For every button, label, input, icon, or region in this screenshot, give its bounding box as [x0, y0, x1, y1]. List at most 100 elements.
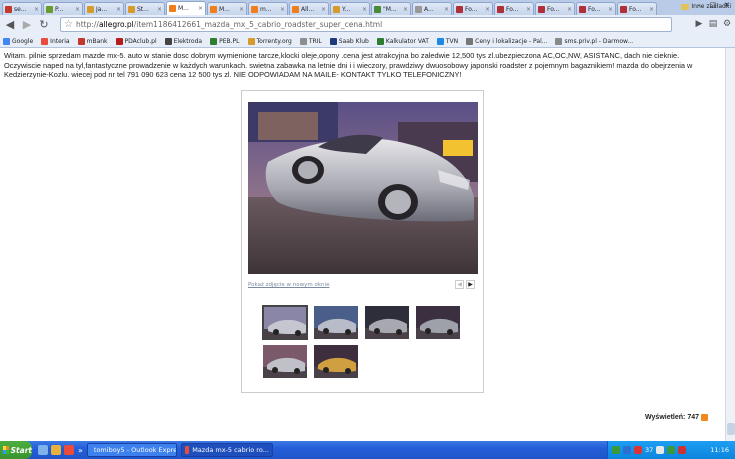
tab-close-icon[interactable]: × [649, 6, 654, 13]
vertical-scrollbar[interactable] [725, 48, 735, 441]
tray-icon-5[interactable] [667, 446, 676, 454]
tab-favicon-icon [333, 5, 340, 13]
tray-icon-3[interactable] [634, 446, 642, 454]
bookmark-item[interactable]: Google [3, 37, 34, 45]
chrome-icon[interactable] [64, 445, 74, 455]
reload-icon[interactable]: ↻ [37, 18, 51, 32]
browser-tab[interactable]: All... × [289, 2, 329, 15]
browser-tab[interactable]: M... × [207, 2, 247, 15]
back-icon[interactable]: ◀ [3, 18, 17, 32]
tab-label: Fo... [506, 5, 519, 13]
tab-close-icon[interactable]: × [198, 5, 203, 12]
tab-close-icon[interactable]: × [403, 6, 408, 13]
bookmark-item[interactable]: Elektroda [164, 37, 202, 45]
browser-tab[interactable]: Fo... × [494, 2, 534, 15]
bookmark-item[interactable]: PEB.PL [210, 37, 240, 45]
browser-tab[interactable]: "M... × [371, 2, 411, 15]
firefox-icon[interactable] [51, 445, 61, 455]
bookmark-item[interactable]: Kalkulator VAT [376, 37, 429, 45]
tab-label: All... [301, 5, 315, 13]
tray-icon-1[interactable] [612, 446, 620, 454]
page-menu-icon[interactable]: ▤ [708, 18, 718, 30]
bookmark-item[interactable]: PDAclub.pl [115, 37, 157, 45]
tab-close-icon[interactable]: × [444, 6, 449, 13]
tab-label: A... [424, 5, 434, 13]
tab-label: se... [14, 5, 27, 13]
tab-label: m... [260, 5, 272, 13]
tab-favicon-icon [87, 5, 94, 13]
browser-tab[interactable]: P... × [43, 2, 83, 15]
taskbar-button[interactable]: tomiboy5 - Outlook Express [86, 443, 177, 457]
tab-close-icon[interactable]: × [239, 6, 244, 13]
address-bar[interactable]: ☆ http://allegro.pl/item1186412661_mazda… [60, 17, 672, 32]
browser-tab[interactable]: m... × [248, 2, 288, 15]
browser-tab[interactable]: M... × [166, 1, 206, 15]
browser-tab[interactable]: Fo... × [617, 2, 657, 15]
folder-icon [681, 3, 690, 10]
tab-favicon-icon [292, 5, 299, 13]
browser-tab[interactable]: Ja... × [84, 2, 124, 15]
tab-label: Fo... [547, 5, 560, 13]
bookmark-item[interactable]: Interia [41, 37, 70, 45]
open-photo-new-window-link[interactable]: Pokaż zdjęcie w nowym oknie [248, 282, 329, 288]
tab-close-icon[interactable]: × [34, 6, 39, 13]
tab-favicon-icon [497, 5, 504, 13]
bookmark-item[interactable]: TVN [436, 37, 458, 45]
tab-close-icon[interactable]: × [526, 6, 531, 13]
play-icon[interactable]: ▶ [694, 18, 704, 30]
taskbar-button[interactable]: Mazda mx-5 cabrio ro... [180, 443, 273, 457]
wrench-icon[interactable]: ⚙ [722, 18, 732, 30]
photo-thumbnail[interactable] [313, 344, 359, 379]
next-photo-button[interactable]: ▶ [466, 280, 475, 289]
browser-tab[interactable]: Fo... × [576, 2, 616, 15]
photo-nav: ◀ ▶ [455, 280, 475, 289]
forward-icon[interactable]: ▶ [20, 18, 34, 32]
bookmark-star-icon[interactable]: ☆ [64, 19, 73, 30]
desktop-icon[interactable] [38, 445, 48, 455]
scrollbar-thumb[interactable] [727, 423, 735, 435]
bookmark-item[interactable]: Saab Klub [329, 37, 369, 45]
tab-close-icon[interactable]: × [116, 6, 121, 13]
tab-close-icon[interactable]: × [75, 6, 80, 13]
browser-tab[interactable]: A... × [412, 2, 452, 15]
bookmark-label: Google [12, 37, 34, 45]
tab-close-icon[interactable]: × [608, 6, 613, 13]
photo-thumbnail[interactable] [415, 305, 461, 340]
photo-thumbnail[interactable] [313, 305, 359, 340]
browser-tab[interactable]: se... × [2, 2, 42, 15]
browser-tab[interactable]: Fo... × [453, 2, 493, 15]
bookmark-item[interactable]: Torrenty.org [247, 37, 292, 45]
bookmark-item[interactable]: sms.priv.pl - Darmow... [555, 37, 633, 45]
tab-close-icon[interactable]: × [362, 6, 367, 13]
tab-close-icon[interactable]: × [485, 6, 490, 13]
tab-close-icon[interactable]: × [321, 6, 326, 13]
tab-favicon-icon [415, 5, 422, 13]
bookmark-item[interactable]: mBank [77, 37, 108, 45]
photo-thumbnail[interactable] [262, 305, 308, 340]
browser-tab[interactable]: Y... × [330, 2, 370, 15]
main-photo[interactable] [248, 102, 478, 274]
tab-favicon-icon [251, 5, 258, 13]
bookmark-item[interactable]: Ceny i lokalizacje - Pal... [466, 37, 547, 45]
start-button[interactable]: Start [0, 441, 32, 459]
tab-close-icon[interactable]: × [567, 6, 572, 13]
tray-badge: 37 [645, 446, 654, 454]
toolbar-actions: ▶ ▤ ⚙ [694, 18, 732, 30]
other-bookmarks[interactable]: Inne zakładki [681, 3, 731, 10]
tray-icon-2[interactable] [623, 446, 631, 454]
tray-icon-6[interactable] [678, 446, 687, 454]
tab-favicon-icon [456, 5, 463, 13]
tray-icon-4[interactable] [656, 446, 665, 454]
browser-tab[interactable]: St... × [125, 2, 165, 15]
browser-tab[interactable]: Fo... × [535, 2, 575, 15]
photo-thumbnail[interactable] [364, 305, 410, 340]
bookmark-label: Torrenty.org [256, 37, 292, 45]
taskbar-app-icon [184, 446, 190, 454]
tab-close-icon[interactable]: × [280, 6, 285, 13]
photo-thumbnail[interactable] [262, 344, 308, 379]
bookmark-item[interactable]: TRIL [299, 37, 322, 45]
prev-photo-button[interactable]: ◀ [455, 280, 464, 289]
start-label: Start [10, 445, 32, 455]
tab-close-icon[interactable]: × [157, 6, 162, 13]
rss-icon[interactable] [701, 414, 708, 421]
